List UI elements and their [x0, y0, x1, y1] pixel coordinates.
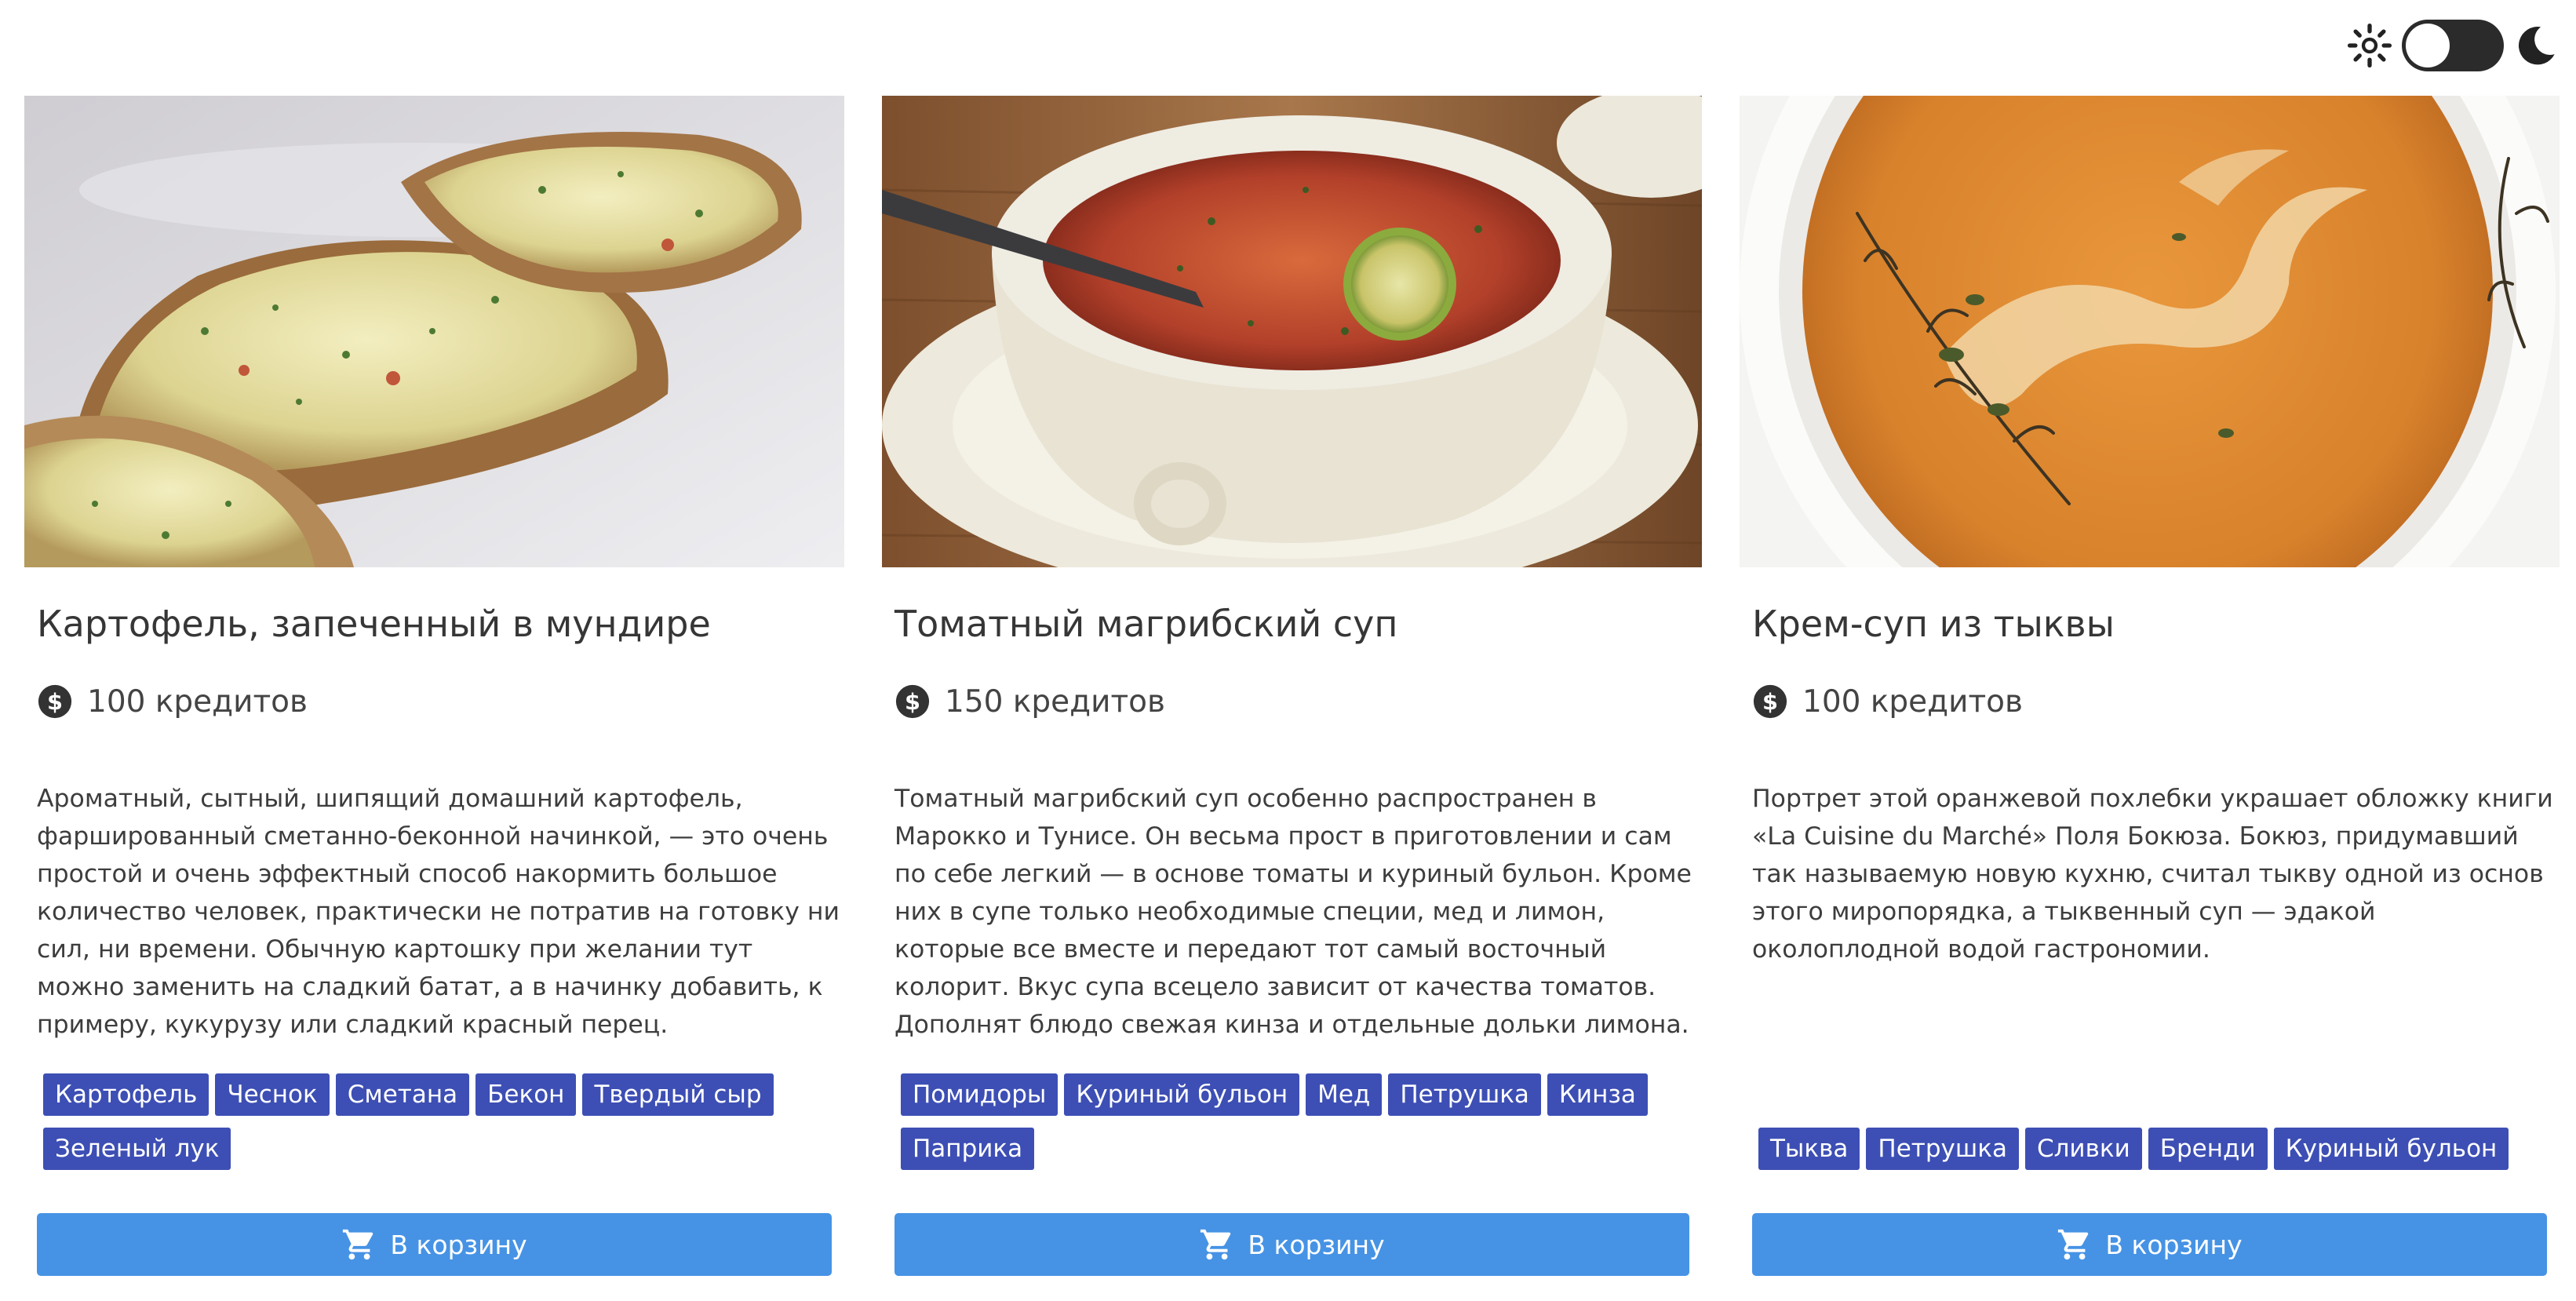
product-card: Крем-суп из тыквы $ 100 кредитов Портрет… [1740, 96, 2560, 1288]
svg-text:$: $ [905, 688, 920, 715]
theme-switch [2347, 19, 2559, 72]
ingredient-tag: Паприка [901, 1128, 1035, 1170]
ingredient-tag: Помидоры [901, 1073, 1058, 1116]
card-description: Ароматный, сытный, шипящий домашний карт… [37, 785, 840, 1039]
ingredient-tag: Куриный бульон [1064, 1073, 1300, 1116]
add-to-cart-button[interactable]: В корзину [37, 1213, 832, 1276]
ingredient-tag: Куриный бульон [2273, 1128, 2509, 1170]
ingredient-tags: Помидоры Куриный бульон Мед Петрушка Кин… [894, 1073, 1687, 1182]
dollar-coin-icon: $ [38, 684, 72, 719]
dollar-coin-icon: $ [1753, 684, 1787, 719]
shopping-cart-icon [343, 1229, 373, 1260]
shopping-cart-icon [2058, 1229, 2089, 1260]
ingredient-tags: Тыква Петрушка Сливки Бренди Куриный бул… [1752, 1128, 2545, 1182]
add-to-cart-button[interactable]: В корзину [1752, 1213, 2547, 1276]
card-description: Томатный магрибский суп особенно распрос… [894, 785, 1692, 1039]
sun-icon[interactable] [2347, 23, 2392, 68]
ingredient-tag: Картофель [43, 1073, 210, 1116]
price-label: 100 кредитов [87, 683, 308, 720]
ingredient-tag: Тыква [1758, 1128, 1860, 1170]
shopping-cart-icon [1201, 1229, 1231, 1260]
moon-icon[interactable] [2513, 23, 2559, 68]
card-title: Картофель, запеченный в мундире [37, 603, 711, 645]
svg-text:$: $ [47, 688, 63, 715]
baked-potato-photo[interactable] [24, 96, 844, 567]
toggle-knob [2406, 24, 2450, 67]
svg-text:$: $ [1762, 688, 1778, 715]
ingredient-tag: Твердый сыр [582, 1073, 774, 1116]
price-label: 150 кредитов [945, 683, 1166, 720]
tomato-soup-photo[interactable] [882, 96, 1702, 567]
ingredient-tag: Чеснок [215, 1073, 330, 1116]
pumpkin-soup-photo[interactable] [1740, 96, 2560, 567]
add-to-cart-label: В корзину [390, 1229, 527, 1260]
ingredient-tag: Петрушка [1866, 1128, 2019, 1170]
ingredient-tag: Сливки [2024, 1128, 2142, 1170]
theme-toggle[interactable] [2402, 20, 2504, 71]
ingredient-tag: Мед [1306, 1073, 1383, 1116]
price-label: 100 кредитов [1802, 683, 2024, 720]
product-grid: Картофель, запеченный в мундире $ 100 кр… [24, 96, 2576, 1301]
add-to-cart-button[interactable]: В корзину [894, 1213, 1689, 1276]
price: $ 100 кредитов [37, 683, 308, 720]
ingredient-tag: Бренди [2148, 1128, 2268, 1170]
ingredient-tag: Сметана [335, 1073, 470, 1116]
add-to-cart-label: В корзину [2105, 1229, 2243, 1260]
product-card: Томатный магрибский суп $ 150 кредитов Т… [882, 96, 1702, 1288]
ingredient-tags: Картофель Чеснок Сметана Бекон Твердый с… [37, 1073, 829, 1182]
dollar-coin-icon: $ [895, 684, 930, 719]
ingredient-tag: Зеленый лук [43, 1128, 231, 1170]
price: $ 150 кредитов [894, 683, 1165, 720]
card-title: Крем-суп из тыквы [1752, 603, 2115, 645]
ingredient-tag: Петрушка [1388, 1073, 1541, 1116]
card-description: Портрет этой оранжевой похлебки украшает… [1752, 785, 2553, 964]
add-to-cart-label: В корзину [1248, 1229, 1385, 1260]
ingredient-tag: Кинза [1547, 1073, 1648, 1116]
price: $ 100 кредитов [1752, 683, 2023, 720]
card-title: Томатный магрибский суп [894, 603, 1398, 645]
product-card: Картофель, запеченный в мундире $ 100 кр… [24, 96, 844, 1288]
ingredient-tag: Бекон [475, 1073, 577, 1116]
